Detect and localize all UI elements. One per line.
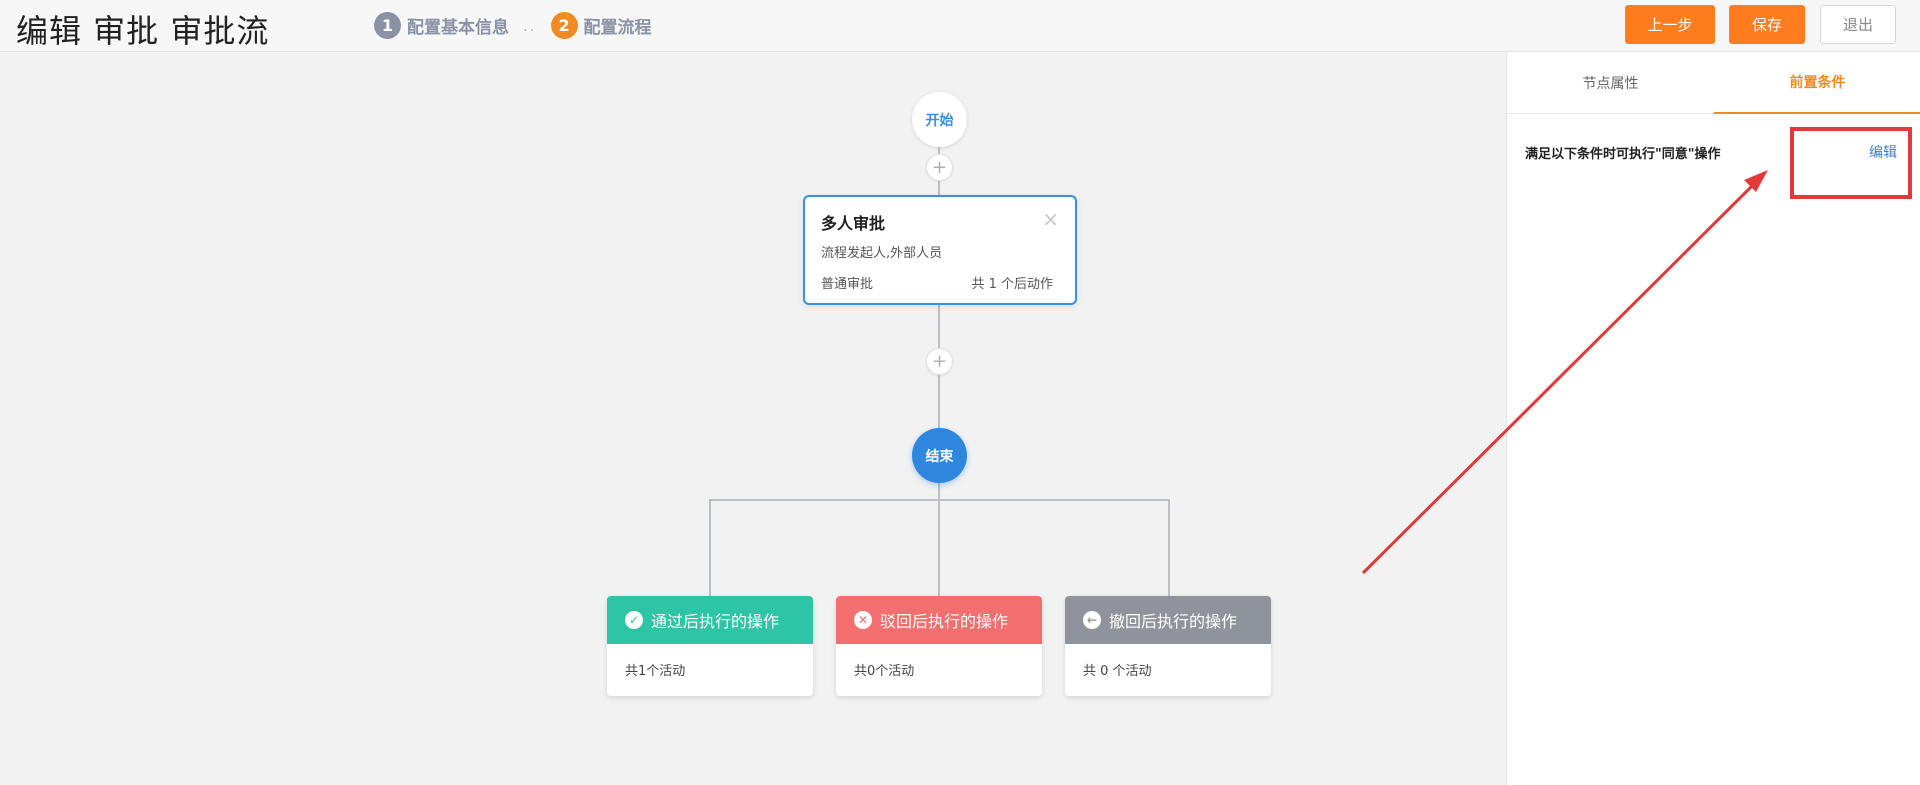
reject-action-header: ✕ 驳回后执行的操作 — [836, 596, 1042, 644]
step-label-basic-info: 配置基本信息 — [407, 18, 509, 38]
prev-step-button[interactable]: 上一步 — [1625, 5, 1715, 44]
connector-line — [1168, 499, 1170, 596]
end-node[interactable]: 结束 — [912, 428, 967, 483]
withdraw-action-title: 撤回后执行的操作 — [1109, 612, 1238, 631]
pass-action-card[interactable]: ✓ 通过后执行的操作 共1个活动 — [607, 596, 813, 696]
reject-action-count: 共0个活动 — [854, 664, 915, 679]
approval-node-approvers: 流程发起人,外部人员 — [821, 246, 943, 261]
properties-panel: 节点属性 前置条件 满足以下条件时可执行"同意"操作 编辑 — [1506, 52, 1920, 785]
close-icon[interactable]: × — [1042, 207, 1059, 231]
connector-line — [709, 499, 711, 596]
tab-node-properties[interactable]: 节点属性 — [1507, 52, 1714, 114]
precondition-label: 满足以下条件时可执行"同意"操作 — [1525, 147, 1721, 162]
pass-action-title: 通过后执行的操作 — [651, 612, 780, 631]
withdraw-action-count: 共 0 个活动 — [1083, 664, 1152, 679]
tab-preconditions[interactable]: 前置条件 — [1714, 52, 1920, 114]
arrow-left-circle-icon: ← — [1083, 611, 1101, 629]
check-circle-icon: ✓ — [625, 611, 643, 629]
approval-node-action-count: 共 1 个后动作 — [971, 277, 1053, 292]
pass-action-header: ✓ 通过后执行的操作 — [607, 596, 813, 644]
step-separator: .. — [523, 16, 537, 35]
step-label-flow-config: 配置流程 — [583, 18, 652, 38]
pass-action-count: 共1个活动 — [625, 664, 686, 679]
withdraw-action-header: ← 撤回后执行的操作 — [1065, 596, 1271, 644]
step-flow-config[interactable]: 2 配置流程 — [550, 12, 652, 39]
step-number-1: 1 — [374, 12, 401, 39]
step-indicator: 1 配置基本信息 .. 2 配置流程 — [374, 12, 652, 39]
add-node-button[interactable]: + — [926, 154, 953, 181]
approval-node-type: 普通审批 — [821, 277, 874, 292]
add-node-button[interactable]: + — [926, 348, 953, 375]
flow-canvas[interactable]: 开始 + 多人审批 × 流程发起人,外部人员 普通审批 共 1 个后动作 + 结… — [0, 52, 1506, 785]
approval-node-title: 多人审批 — [821, 214, 886, 233]
exit-button[interactable]: 退出 — [1820, 5, 1896, 44]
step-basic-info[interactable]: 1 配置基本信息 — [374, 12, 509, 39]
branch-line — [709, 499, 1170, 501]
close-circle-icon: ✕ — [854, 611, 872, 629]
approval-node-card[interactable]: 多人审批 × 流程发起人,外部人员 普通审批 共 1 个后动作 — [803, 195, 1077, 305]
top-header: 编辑 审批 审批流 1 配置基本信息 .. 2 配置流程 上一步 保存 退出 — [0, 0, 1920, 52]
page-title: 编辑 审批 审批流 — [16, 12, 270, 50]
start-node[interactable]: 开始 — [912, 92, 967, 147]
panel-tabs: 节点属性 前置条件 — [1507, 52, 1920, 114]
reject-action-card[interactable]: ✕ 驳回后执行的操作 共0个活动 — [836, 596, 1042, 696]
save-button[interactable]: 保存 — [1729, 5, 1805, 44]
step-number-2: 2 — [550, 12, 578, 39]
edit-condition-link[interactable]: 编辑 — [1869, 142, 1897, 162]
reject-action-title: 驳回后执行的操作 — [880, 612, 1009, 631]
withdraw-action-card[interactable]: ← 撤回后执行的操作 共 0 个活动 — [1065, 596, 1271, 696]
